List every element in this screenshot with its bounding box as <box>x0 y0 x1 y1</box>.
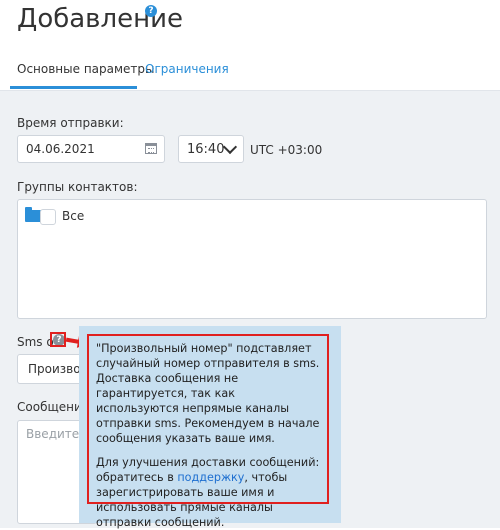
help-highlight-box <box>50 332 66 347</box>
group-label-all[interactable]: Все <box>62 209 84 223</box>
timezone-label: UTC +03:00 <box>250 143 323 157</box>
help-icon[interactable]: ? <box>145 5 157 17</box>
tab-main-params[interactable]: Основные параметры <box>17 62 155 76</box>
tooltip-paragraph-1: "Произвольный номер" подставляет случайн… <box>96 342 320 445</box>
tooltip-content: "Произвольный номер" подставляет случайн… <box>87 334 329 529</box>
group-checkbox[interactable] <box>40 209 56 225</box>
support-link[interactable]: поддержку <box>177 471 244 484</box>
date-input[interactable]: 04.06.2021 <box>17 135 165 163</box>
time-select[interactable]: 16:40 <box>178 135 244 163</box>
folder-icon <box>25 207 41 222</box>
tooltip-paragraph-2: Для улучшения доставки сообщений: обрати… <box>96 455 320 530</box>
active-tab-indicator <box>10 86 137 89</box>
tab-limits[interactable]: Ограничения <box>145 62 229 76</box>
page-header: Добавление ? Основные параметры Ограниче… <box>0 0 500 91</box>
time-value: 16:40 <box>187 142 225 157</box>
contact-groups-label: Группы контактов: <box>17 180 138 194</box>
chevron-down-icon <box>222 139 238 155</box>
date-value: 04.06.2021 <box>26 142 95 156</box>
send-time-label: Время отправки: <box>17 116 124 130</box>
calendar-icon[interactable] <box>145 143 157 154</box>
page-title: Добавление <box>17 4 184 34</box>
contact-groups-box[interactable]: Все <box>17 199 487 319</box>
